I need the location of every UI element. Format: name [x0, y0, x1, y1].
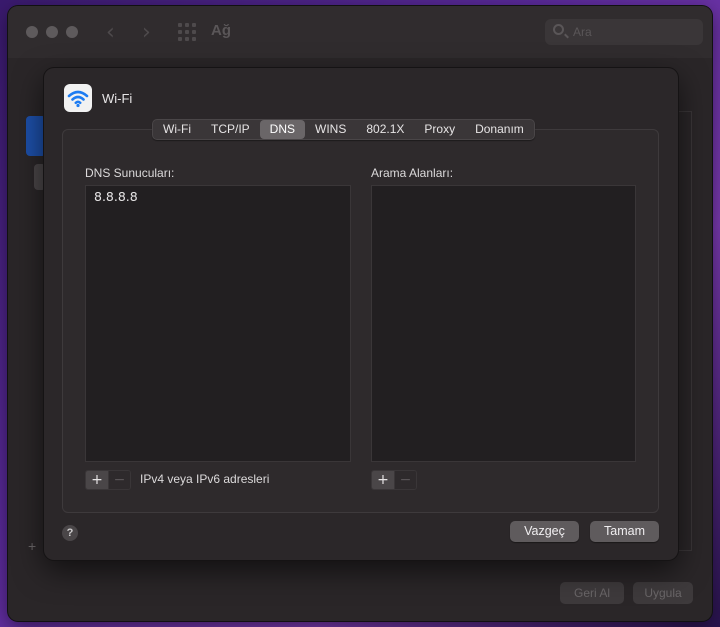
tab-8021x[interactable]: 802.1X [356, 120, 414, 139]
window-toolbar: ‹ › Ağ Ara [8, 6, 712, 58]
window-title: Ağ [211, 22, 231, 39]
help-button[interactable]: ? [62, 525, 78, 541]
search-icon [553, 24, 564, 35]
dns-servers-list[interactable]: 8.8.8.8 [85, 185, 351, 462]
forward-arrow-icon[interactable]: › [142, 20, 151, 45]
add-search-domain-button[interactable]: + [372, 471, 394, 489]
close-window-button[interactable] [26, 26, 38, 38]
tab-dns[interactable]: DNS [259, 120, 305, 139]
search-placeholder: Ara [573, 25, 592, 39]
wifi-advanced-sheet: Wi-Fi DNS Sunucuları: 8.8.8.8 + − IPv4 v… [44, 68, 678, 560]
revert-button[interactable]: Geri Al [560, 582, 624, 604]
show-all-grid-icon[interactable] [178, 23, 196, 41]
add-dns-server-button[interactable]: + [86, 471, 108, 489]
dns-server-entry[interactable]: 8.8.8.8 [94, 189, 138, 204]
tab-tcpip[interactable]: TCP/IP [201, 120, 260, 139]
search-field[interactable]: Ara [545, 19, 703, 45]
wifi-icon [64, 84, 92, 112]
tab-wins[interactable]: WINS [305, 120, 356, 139]
back-arrow-icon[interactable]: ‹ [106, 20, 115, 45]
minimize-window-button[interactable] [46, 26, 58, 38]
tab-hardware[interactable]: Donanım [465, 120, 534, 139]
tab-content-panel: DNS Sunucuları: 8.8.8.8 + − IPv4 veya IP… [62, 129, 659, 513]
dns-servers-add-remove: + − [85, 470, 131, 490]
cancel-button[interactable]: Vazgeç [510, 521, 579, 542]
tab-bar: Wi-Fi TCP/IP DNS WINS 802.1X Proxy Donan… [152, 119, 535, 140]
tab-proxy[interactable]: Proxy [414, 120, 465, 139]
apply-button[interactable]: Uygula [633, 582, 693, 604]
remove-search-domain-button[interactable]: − [394, 471, 416, 489]
dns-servers-hint: IPv4 veya IPv6 adresleri [140, 472, 270, 486]
search-domains-add-remove: + − [371, 470, 417, 490]
remove-dns-server-button[interactable]: − [108, 471, 130, 489]
background-panel [678, 111, 692, 551]
ok-button[interactable]: Tamam [590, 521, 659, 542]
search-domains-label: Arama Alanları: [371, 166, 454, 180]
add-service-button[interactable]: + [28, 538, 44, 558]
dns-servers-label: DNS Sunucuları: [85, 166, 175, 180]
sheet-title: Wi-Fi [102, 91, 133, 106]
search-domains-list[interactable] [371, 185, 636, 462]
tab-wifi[interactable]: Wi-Fi [153, 120, 201, 139]
sidebar-selected-service[interactable] [26, 116, 46, 156]
zoom-window-button[interactable] [66, 26, 78, 38]
